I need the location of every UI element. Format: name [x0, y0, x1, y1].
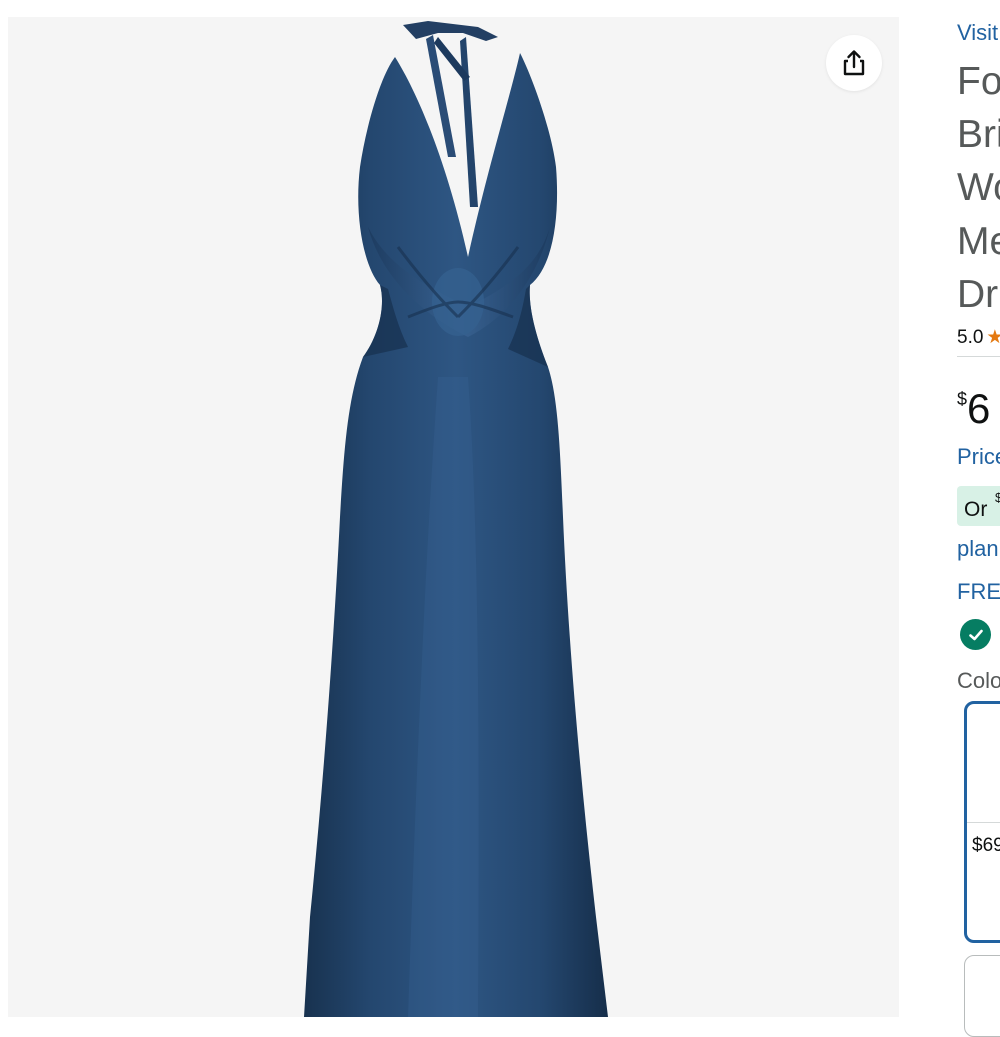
free-delivery-link[interactable]: FREE — [957, 579, 1000, 605]
price: $6 — [957, 385, 990, 433]
share-button[interactable] — [826, 35, 882, 91]
rating[interactable]: 5.0 ★ — [957, 326, 1000, 349]
product-title-line-1: Fo — [957, 60, 1000, 103]
check-circle-icon — [960, 619, 991, 650]
product-title-line-3: Wo — [957, 166, 1000, 209]
star-icon: ★ — [986, 327, 1000, 348]
price-whole: 6 — [967, 385, 991, 432]
product-image-panel[interactable] — [8, 17, 899, 1017]
product-title-line-5: Dr — [957, 273, 999, 316]
price-symbol: $ — [957, 389, 968, 409]
color-swatch[interactable] — [964, 955, 1000, 1037]
rating-value: 5.0 — [957, 327, 984, 348]
swatch-divider — [967, 822, 1000, 823]
installment-badge: Or $ — [957, 486, 1000, 526]
color-swatch-selected[interactable]: $69 — [964, 701, 1000, 943]
installment-text: Or — [964, 498, 988, 521]
product-details-column: Visit Fo Bri Wo Me Dr 5.0★ $6 Price Or $… — [957, 0, 1000, 1037]
swatch-price: $69 — [972, 835, 1000, 856]
product-image[interactable] — [8, 17, 899, 1017]
price-info-link[interactable]: Price — [957, 444, 1000, 470]
installment-symbol: $ — [995, 490, 1000, 505]
product-title-line-4: Me — [957, 220, 1000, 263]
visit-store-link[interactable]: Visit — [957, 20, 998, 46]
payment-plan-link[interactable]: plan — [957, 536, 999, 562]
product-title-line-2: Bri — [957, 113, 1000, 156]
divider — [957, 356, 1000, 357]
share-icon — [843, 50, 865, 76]
color-label: Colo — [957, 668, 1000, 693]
